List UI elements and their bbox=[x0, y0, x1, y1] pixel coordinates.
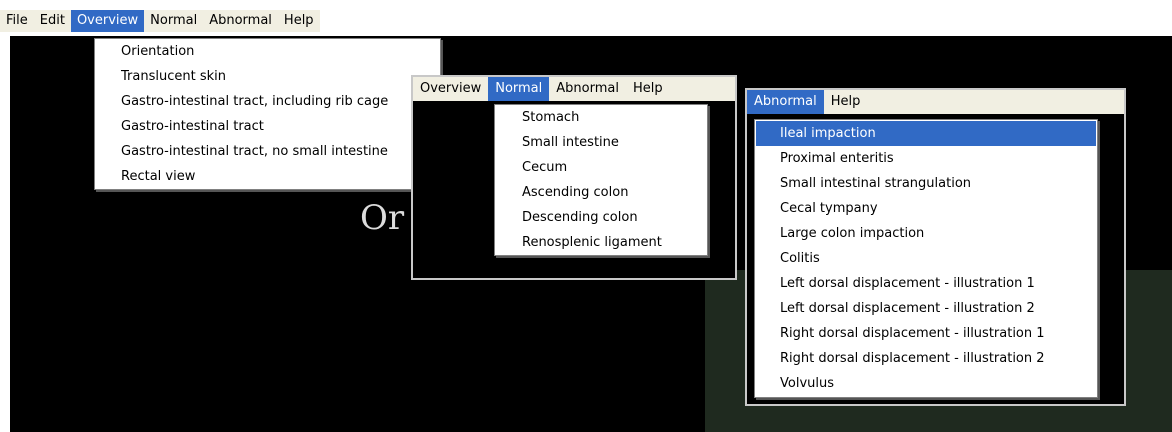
abnormal-item-right-dorsal-1[interactable]: Right dorsal displacement - illustration… bbox=[756, 321, 1096, 346]
abnormal-item-cecal-tympany[interactable]: Cecal tympany bbox=[756, 196, 1096, 221]
overview-item-gi-rib-cage[interactable]: Gastro-intestinal tract, including rib c… bbox=[95, 89, 440, 114]
normal-item-stomach[interactable]: Stomach bbox=[495, 105, 707, 130]
overview-dropdown: Orientation Translucent skin Gastro-inte… bbox=[94, 38, 441, 190]
abnormal-item-left-dorsal-1[interactable]: Left dorsal displacement - illustration … bbox=[756, 271, 1096, 296]
overview-item-translucent-skin[interactable]: Translucent skin bbox=[95, 64, 440, 89]
normal-item-small-intestine[interactable]: Small intestine bbox=[495, 130, 707, 155]
menu-help[interactable]: Help bbox=[278, 10, 320, 32]
overview-item-gi-no-small-intestine[interactable]: Gastro-intestinal tract, no small intest… bbox=[95, 139, 440, 164]
normal-menu-overview[interactable]: Overview bbox=[413, 77, 488, 101]
menu-normal[interactable]: Normal bbox=[144, 10, 203, 32]
overview-item-rectal-view[interactable]: Rectal view bbox=[95, 164, 440, 189]
menu-edit[interactable]: Edit bbox=[34, 10, 71, 32]
abnormal-item-left-dorsal-2[interactable]: Left dorsal displacement - illustration … bbox=[756, 296, 1096, 321]
normal-item-cecum[interactable]: Cecum bbox=[495, 155, 707, 180]
abnormal-item-proximal-enteritis[interactable]: Proximal enteritis bbox=[756, 146, 1096, 171]
abnormal-dropdown: Ileal impaction Proximal enteritis Small… bbox=[754, 119, 1098, 398]
normal-item-renosplenic-ligament[interactable]: Renosplenic ligament bbox=[495, 230, 707, 255]
menu-abnormal[interactable]: Abnormal bbox=[203, 10, 278, 32]
normal-window-menubar: Overview Normal Abnormal Help bbox=[413, 77, 735, 101]
abnormal-window-menubar: Abnormal Help bbox=[747, 90, 1124, 114]
normal-menu-normal[interactable]: Normal bbox=[488, 77, 550, 101]
normal-menu-abnormal[interactable]: Abnormal bbox=[549, 77, 626, 101]
canvas-title-text: Or bbox=[360, 198, 405, 238]
abnormal-menu-abnormal[interactable]: Abnormal bbox=[747, 90, 824, 114]
abnormal-item-small-intestinal-strangulation[interactable]: Small intestinal strangulation bbox=[756, 171, 1096, 196]
main-menubar: File Edit Overview Normal Abnormal Help bbox=[0, 10, 320, 32]
abnormal-item-ileal-impaction[interactable]: Ileal impaction bbox=[756, 121, 1096, 146]
abnormal-item-volvulus[interactable]: Volvulus bbox=[756, 371, 1096, 396]
normal-item-ascending-colon[interactable]: Ascending colon bbox=[495, 180, 707, 205]
overview-item-gi-tract[interactable]: Gastro-intestinal tract bbox=[95, 114, 440, 139]
overview-item-orientation[interactable]: Orientation bbox=[95, 39, 440, 64]
menu-file[interactable]: File bbox=[0, 10, 34, 32]
abnormal-item-colitis[interactable]: Colitis bbox=[756, 246, 1096, 271]
normal-item-descending-colon[interactable]: Descending colon bbox=[495, 205, 707, 230]
abnormal-item-large-colon-impaction[interactable]: Large colon impaction bbox=[756, 221, 1096, 246]
normal-menu-help[interactable]: Help bbox=[626, 77, 670, 101]
normal-dropdown: Stomach Small intestine Cecum Ascending … bbox=[494, 104, 708, 256]
abnormal-item-right-dorsal-2[interactable]: Right dorsal displacement - illustration… bbox=[756, 346, 1096, 371]
menu-overview[interactable]: Overview bbox=[70, 10, 145, 32]
abnormal-menu-help[interactable]: Help bbox=[824, 90, 868, 114]
